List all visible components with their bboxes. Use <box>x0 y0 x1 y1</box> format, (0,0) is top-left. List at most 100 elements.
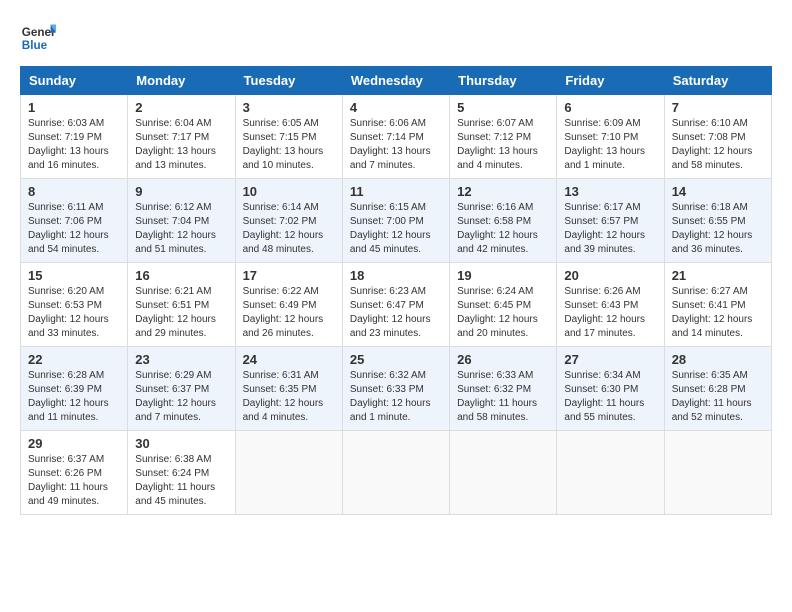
calendar-day-2: 2Sunrise: 6:04 AM Sunset: 7:17 PM Daylig… <box>128 95 235 179</box>
day-number: 22 <box>28 352 120 367</box>
day-info: Sunrise: 6:32 AM Sunset: 6:33 PM Dayligh… <box>350 369 442 425</box>
day-number: 6 <box>564 100 656 115</box>
day-number: 27 <box>564 352 656 367</box>
day-number: 21 <box>672 268 764 283</box>
calendar-day-26: 26 Sunrise: 6:33 AM Sunset: 6:32 PM Dayli… <box>450 347 557 431</box>
calendar-day-15: 15 Sunrise: 6:20 AM Sunset: 6:53 PM Dayli… <box>21 263 128 347</box>
day-number: 19 <box>457 268 549 283</box>
day-number: 5 <box>457 100 549 115</box>
calendar-day-25: 25 Sunrise: 6:32 AM Sunset: 6:33 PM Dayli… <box>342 347 449 431</box>
day-info: Sunrise: 6:33 AM Sunset: 6:32 PM Dayligh… <box>457 369 549 425</box>
calendar-day-1: 1 Sunrise: 6:03 AM Sunset: 7:19 PM Daylig… <box>21 95 128 179</box>
day-info: Sunrise: 6:28 AM Sunset: 6:39 PM Dayligh… <box>28 369 120 425</box>
calendar-week-row: 8 Sunrise: 6:11 AM Sunset: 7:06 PM Daylig… <box>21 179 772 263</box>
day-header-tuesday: Tuesday <box>235 67 342 95</box>
day-info: Sunrise: 6:10 AM Sunset: 7:08 PM Dayligh… <box>672 117 764 173</box>
day-header-sunday: Sunday <box>21 67 128 95</box>
calendar-week-row: 29 Sunrise: 6:37 AM Sunset: 6:26 PM Dayli… <box>21 431 772 515</box>
calendar-week-row: 15 Sunrise: 6:20 AM Sunset: 6:53 PM Dayli… <box>21 263 772 347</box>
empty-cell <box>450 431 557 515</box>
calendar-day-4: 4 Sunrise: 6:06 AM Sunset: 7:14 PM Daylig… <box>342 95 449 179</box>
day-number: 14 <box>672 184 764 199</box>
calendar-day-11: 11 Sunrise: 6:15 AM Sunset: 7:00 PM Dayli… <box>342 179 449 263</box>
day-number: 26 <box>457 352 549 367</box>
day-number: 11 <box>350 184 442 199</box>
calendar-day-27: 27 Sunrise: 6:34 AM Sunset: 6:30 PM Dayli… <box>557 347 664 431</box>
calendar-day-19: 19Sunrise: 6:24 AM Sunset: 6:45 PM Dayli… <box>450 263 557 347</box>
calendar-day-9: 9 Sunrise: 6:12 AM Sunset: 7:04 PM Daylig… <box>128 179 235 263</box>
day-number: 17 <box>243 268 335 283</box>
calendar-day-14: 14 Sunrise: 6:18 AM Sunset: 6:55 PM Dayli… <box>664 179 771 263</box>
day-number: 8 <box>28 184 120 199</box>
day-info: Sunrise: 6:17 AM Sunset: 6:57 PM Dayligh… <box>564 201 656 257</box>
day-header-monday: Monday <box>128 67 235 95</box>
day-info: Sunrise: 6:35 AM Sunset: 6:28 PM Dayligh… <box>672 369 764 425</box>
day-header-saturday: Saturday <box>664 67 771 95</box>
day-info: Sunrise: 6:14 AM Sunset: 7:02 PM Dayligh… <box>243 201 335 257</box>
day-info: Sunrise: 6:12 AM Sunset: 7:04 PM Dayligh… <box>135 201 227 257</box>
day-number: 18 <box>350 268 442 283</box>
calendar-table: SundayMondayTuesdayWednesdayThursdayFrid… <box>20 66 772 515</box>
day-info: Sunrise: 6:31 AM Sunset: 6:35 PM Dayligh… <box>243 369 335 425</box>
day-number: 23 <box>135 352 227 367</box>
svg-text:Blue: Blue <box>22 39 48 52</box>
calendar-day-22: 22 Sunrise: 6:28 AM Sunset: 6:39 PM Dayli… <box>21 347 128 431</box>
day-info: Sunrise: 6:06 AM Sunset: 7:14 PM Dayligh… <box>350 117 442 173</box>
day-number: 9 <box>135 184 227 199</box>
day-number: 25 <box>350 352 442 367</box>
day-info: Sunrise: 6:20 AM Sunset: 6:53 PM Dayligh… <box>28 285 120 341</box>
day-number: 10 <box>243 184 335 199</box>
day-number: 7 <box>672 100 764 115</box>
day-info: Sunrise: 6:37 AM Sunset: 6:26 PM Dayligh… <box>28 453 120 509</box>
calendar-day-23: 23 Sunrise: 6:29 AM Sunset: 6:37 PM Dayli… <box>128 347 235 431</box>
day-info: Sunrise: 6:07 AM Sunset: 7:12 PM Dayligh… <box>457 117 549 173</box>
calendar-day-16: 16Sunrise: 6:21 AM Sunset: 6:51 PM Dayli… <box>128 263 235 347</box>
day-info: Sunrise: 6:15 AM Sunset: 7:00 PM Dayligh… <box>350 201 442 257</box>
day-info: Sunrise: 6:05 AM Sunset: 7:15 PM Dayligh… <box>243 117 335 173</box>
calendar-day-10: 10 Sunrise: 6:14 AM Sunset: 7:02 PM Dayli… <box>235 179 342 263</box>
empty-cell <box>235 431 342 515</box>
day-number: 29 <box>28 436 120 451</box>
day-info: Sunrise: 6:38 AM Sunset: 6:24 PM Dayligh… <box>135 453 227 509</box>
calendar-week-row: 1 Sunrise: 6:03 AM Sunset: 7:19 PM Daylig… <box>21 95 772 179</box>
calendar-day-29: 29 Sunrise: 6:37 AM Sunset: 6:26 PM Dayli… <box>21 431 128 515</box>
calendar-day-24: 24Sunrise: 6:31 AM Sunset: 6:35 PM Dayli… <box>235 347 342 431</box>
day-info: Sunrise: 6:03 AM Sunset: 7:19 PM Dayligh… <box>28 117 120 173</box>
day-number: 12 <box>457 184 549 199</box>
day-number: 16 <box>135 268 227 283</box>
day-info: Sunrise: 6:23 AM Sunset: 6:47 PM Dayligh… <box>350 285 442 341</box>
calendar-day-3: 3Sunrise: 6:05 AM Sunset: 7:15 PM Daylig… <box>235 95 342 179</box>
calendar-day-28: 28Sunrise: 6:35 AM Sunset: 6:28 PM Dayli… <box>664 347 771 431</box>
day-info: Sunrise: 6:26 AM Sunset: 6:43 PM Dayligh… <box>564 285 656 341</box>
day-info: Sunrise: 6:29 AM Sunset: 6:37 PM Dayligh… <box>135 369 227 425</box>
day-header-friday: Friday <box>557 67 664 95</box>
day-info: Sunrise: 6:27 AM Sunset: 6:41 PM Dayligh… <box>672 285 764 341</box>
calendar-day-20: 20 Sunrise: 6:26 AM Sunset: 6:43 PM Dayli… <box>557 263 664 347</box>
calendar-header-row: SundayMondayTuesdayWednesdayThursdayFrid… <box>21 67 772 95</box>
day-number: 30 <box>135 436 227 451</box>
day-number: 13 <box>564 184 656 199</box>
day-number: 15 <box>28 268 120 283</box>
calendar-day-7: 7 Sunrise: 6:10 AM Sunset: 7:08 PM Daylig… <box>664 95 771 179</box>
logo: General Blue <box>20 20 56 56</box>
day-number: 4 <box>350 100 442 115</box>
empty-cell <box>342 431 449 515</box>
calendar-day-13: 13 Sunrise: 6:17 AM Sunset: 6:57 PM Dayli… <box>557 179 664 263</box>
day-info: Sunrise: 6:34 AM Sunset: 6:30 PM Dayligh… <box>564 369 656 425</box>
day-header-thursday: Thursday <box>450 67 557 95</box>
page-header: General Blue <box>20 20 772 56</box>
calendar-day-17: 17Sunrise: 6:22 AM Sunset: 6:49 PM Dayli… <box>235 263 342 347</box>
day-header-wednesday: Wednesday <box>342 67 449 95</box>
day-info: Sunrise: 6:16 AM Sunset: 6:58 PM Dayligh… <box>457 201 549 257</box>
day-info: Sunrise: 6:09 AM Sunset: 7:10 PM Dayligh… <box>564 117 656 173</box>
day-info: Sunrise: 6:11 AM Sunset: 7:06 PM Dayligh… <box>28 201 120 257</box>
calendar-day-8: 8 Sunrise: 6:11 AM Sunset: 7:06 PM Daylig… <box>21 179 128 263</box>
day-info: Sunrise: 6:18 AM Sunset: 6:55 PM Dayligh… <box>672 201 764 257</box>
calendar-week-row: 22 Sunrise: 6:28 AM Sunset: 6:39 PM Dayli… <box>21 347 772 431</box>
logo-icon: General Blue <box>20 20 56 56</box>
empty-cell <box>557 431 664 515</box>
day-number: 20 <box>564 268 656 283</box>
calendar-day-5: 5 Sunrise: 6:07 AM Sunset: 7:12 PM Daylig… <box>450 95 557 179</box>
day-number: 1 <box>28 100 120 115</box>
day-info: Sunrise: 6:04 AM Sunset: 7:17 PM Dayligh… <box>135 117 227 173</box>
